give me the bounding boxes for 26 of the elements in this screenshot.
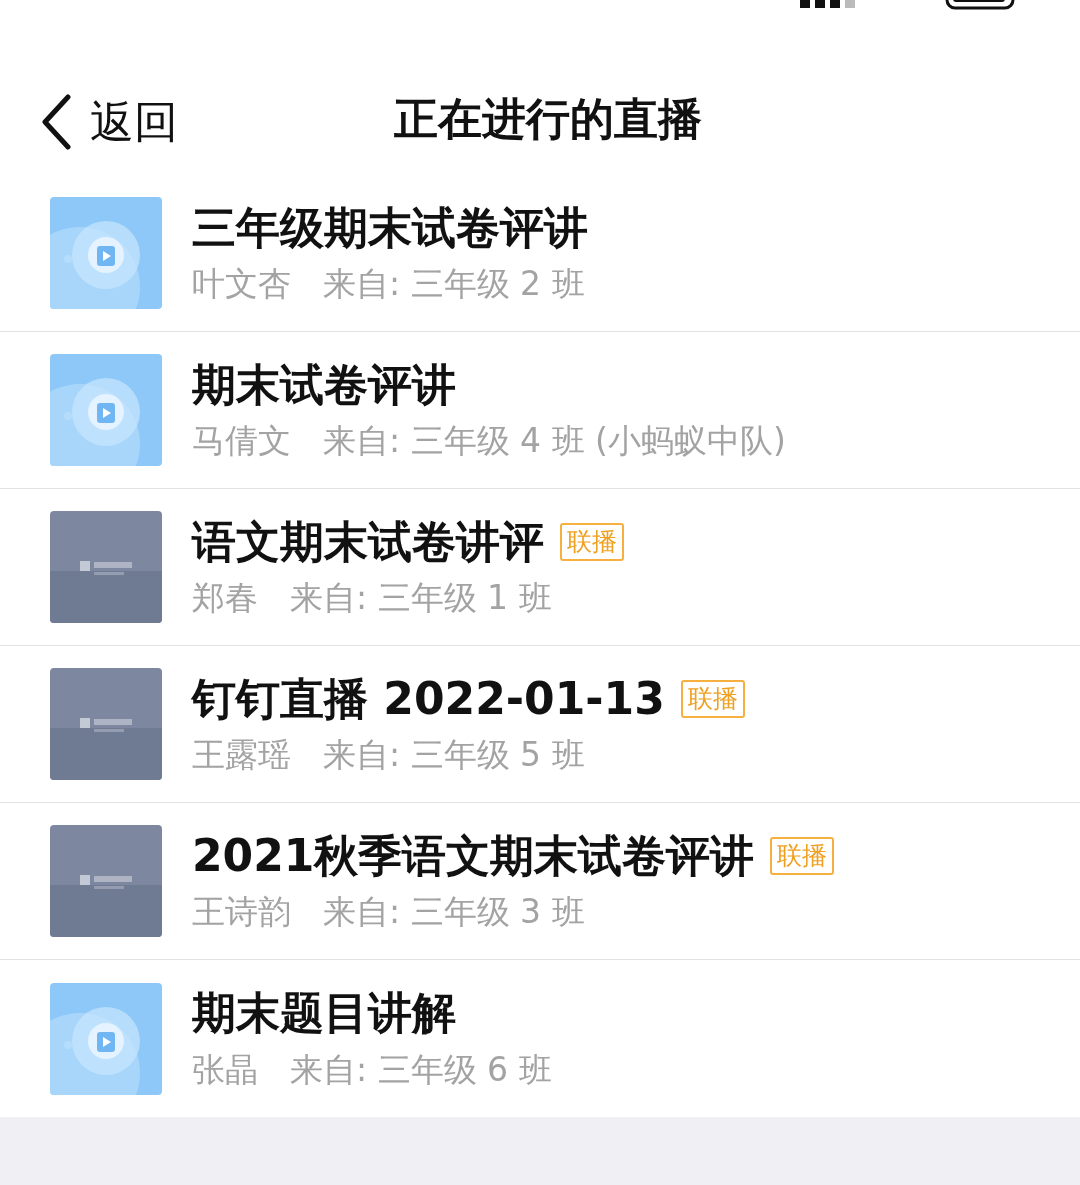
- chevron-icon: [40, 94, 72, 150]
- class-source: 来自: 三年级 6 班: [290, 1051, 552, 1088]
- tag-label: 联播: [680, 679, 745, 718]
- teacher-name: 张晶: [192, 1051, 258, 1088]
- teacher-name: 郑春: [192, 580, 258, 617]
- class-source: 来自: 三年级 2 班: [323, 266, 585, 303]
- battery-icon: [945, 0, 1015, 10]
- teacher-name: 叶文杏: [192, 266, 291, 303]
- live-title[interactable]: 期末题目讲解: [192, 989, 456, 1038]
- class-source: 来自: 三年级 1 班: [290, 580, 552, 617]
- live-title[interactable]: 三年级期末试卷评讲: [192, 203, 588, 253]
- class-source: 来自: 三年级 5 班: [323, 737, 585, 774]
- teacher-name: 王露瑶: [192, 737, 291, 774]
- live-title[interactable]: 期末试卷评讲: [192, 360, 456, 410]
- tag-label: 联播: [770, 836, 835, 875]
- class-source: 来自: 三年级 4 班 (小蚂蚁中队): [323, 423, 786, 460]
- teacher-name: 王诗韵: [192, 894, 291, 931]
- teacher-name: 马倩文: [192, 423, 291, 460]
- live-title[interactable]: 语文期末试卷讲评: [192, 517, 544, 567]
- tag-label: 联播: [560, 522, 624, 561]
- live-title[interactable]: 钉钉直播 2022-01-13: [192, 674, 665, 724]
- class-source: 来自: 三年级 3 班: [323, 894, 585, 931]
- back-button[interactable]: 返回: [40, 94, 178, 150]
- page-title: 正在进行的直播: [394, 93, 702, 144]
- signal-icon: [800, 0, 856, 8]
- live-title[interactable]: 2021秋季语文期末试卷评讲: [192, 831, 755, 881]
